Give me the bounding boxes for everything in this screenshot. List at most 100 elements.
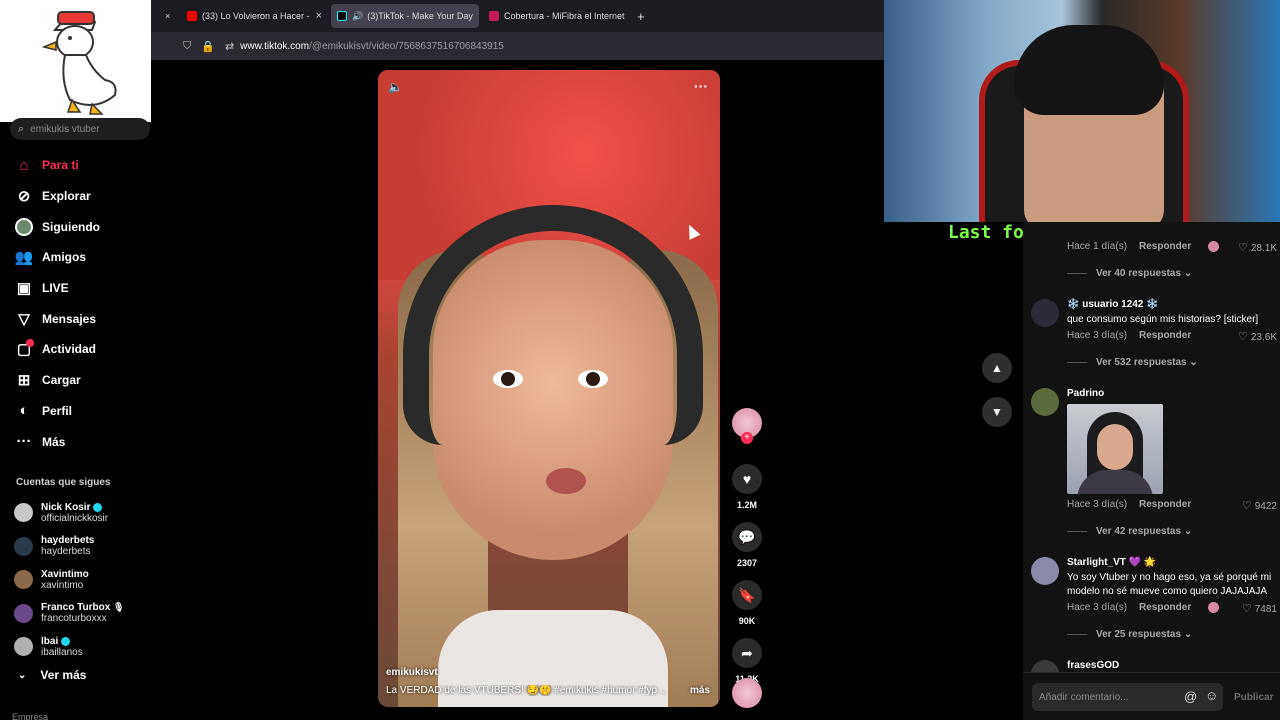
comment-like-button[interactable]: ♡ 7481	[1242, 602, 1277, 615]
comment-text: Yo soy Vtuber y no hago eso, ya sé porqu…	[1067, 572, 1272, 597]
view-replies-button[interactable]: Ver 40 respuestas ⌄	[1067, 268, 1192, 279]
video-player[interactable]: 🔈 ··· emikukisvt La VERDAD de las VTUBER…	[378, 70, 720, 707]
permissions-icon[interactable]: ⇄	[225, 40, 234, 53]
caption-more-button[interactable]: más	[690, 685, 710, 696]
new-tab-button[interactable]: +	[631, 4, 651, 28]
comment-like-button[interactable]: ♡ 23.6K	[1238, 330, 1277, 343]
comment-like-count: 9422	[1254, 501, 1277, 512]
nav-label: Siguiendo	[42, 219, 100, 234]
nav-explorar[interactable]: ⊘ Explorar	[14, 181, 149, 212]
account-name: hayderbets	[41, 535, 95, 547]
following-account[interactable]: hayderbets hayderbets	[14, 530, 149, 564]
more-options-icon[interactable]: ···	[694, 78, 708, 94]
comments-panel: Hace 1 día(s) Responder ♡ 28.1K Ver 40 re…	[1023, 222, 1280, 672]
comment-button[interactable]: 💬	[732, 522, 762, 552]
nav-label: Mensajes	[42, 311, 97, 326]
save-button[interactable]: 🔖	[732, 580, 762, 610]
like-button[interactable]: ♥	[732, 464, 762, 494]
heart-outline-icon: ♡	[1237, 242, 1248, 254]
avatar[interactable]	[1031, 660, 1059, 672]
activity-icon: ▢	[14, 339, 34, 359]
upload-icon: ⊞	[17, 372, 31, 390]
tab-mifibra[interactable]: Cobertura - MiFibra el Internet ×	[483, 4, 625, 28]
avatar	[14, 536, 33, 556]
speaker-icon[interactable]: 🔊	[352, 11, 363, 22]
view-replies-button[interactable]: Ver 42 respuestas ⌄	[1067, 526, 1192, 537]
following-account[interactable]: Nick Kosir officialnickkosir	[14, 496, 149, 530]
nav-siguiendo[interactable]: Siguiendo	[14, 211, 149, 242]
browser-tab-bar: × (33) Lo Volvieron a Hacer - × 🔊 (3)Tik…	[151, 0, 884, 32]
comment-composer: Añadir comentario... @ ☺ Publicar	[1023, 672, 1280, 720]
nav-actividad[interactable]: ▢ Actividad	[14, 334, 149, 365]
replies-label: Ver 532 respuestas	[1096, 357, 1187, 368]
comment-like-button[interactable]: ♡ 9422	[1242, 499, 1277, 512]
creator-avatar[interactable]: +	[732, 408, 762, 444]
next-video-button[interactable]: ▼	[982, 397, 1012, 427]
nav-mensajes[interactable]: ▽ Mensajes	[14, 303, 149, 334]
verified-icon	[93, 502, 103, 512]
following-account[interactable]: Xavintimo xavintimo	[14, 563, 149, 597]
reply-button[interactable]: Responder	[1139, 330, 1191, 341]
comment-username[interactable]: Starlight_VT 💜 🌟	[1067, 557, 1156, 568]
emoji-icon[interactable]: ☺	[1205, 688, 1218, 703]
reply-button[interactable]: Responder	[1139, 499, 1191, 510]
mifibra-favicon-icon	[489, 11, 499, 21]
following-account[interactable]: Ibai ibaillanos	[14, 630, 149, 664]
like-count: 1.2M	[736, 500, 757, 510]
avatar[interactable]	[1031, 388, 1059, 416]
url-path: /@emikukisvt/video/7568637516706843915	[309, 40, 504, 52]
comment-like-button[interactable]: ♡ 28.1K	[1238, 241, 1277, 254]
tab-label: Cobertura - MiFibra el Internet	[504, 11, 625, 21]
chevron-down-icon: ⌄	[1183, 268, 1193, 279]
action-rail: + ♥ 1.2M 💬 2307 🔖 90K ➦ 11.2K	[730, 408, 764, 686]
share-button[interactable]: ➦	[732, 638, 762, 668]
reply-button[interactable]: Responder	[1139, 241, 1191, 252]
video-author[interactable]: emikukisvt	[386, 667, 438, 678]
nav-label: Más	[42, 434, 66, 449]
url-text[interactable]: www.tiktok.com/@emikukisvt/video/7568637…	[240, 41, 504, 52]
follow-plus-icon[interactable]: +	[741, 432, 753, 444]
nav-mas[interactable]: ··· Más	[14, 426, 149, 457]
avatar[interactable]	[1031, 299, 1059, 327]
comment-like-count: 23.6K	[1250, 332, 1277, 343]
view-replies-button[interactable]: Ver 532 respuestas ⌄	[1067, 357, 1198, 368]
comment-sticker-image[interactable]	[1067, 404, 1163, 494]
account-handle: ibaillanos	[41, 646, 83, 658]
view-replies-button[interactable]: Ver 25 respuestas ⌄	[1067, 629, 1192, 640]
microphone-icon: 🎙	[113, 602, 125, 613]
tab-youtube[interactable]: (33) Lo Volvieron a Hacer - ×	[181, 4, 323, 28]
account-name: Franco Turbox	[41, 602, 111, 614]
reply-button[interactable]: Responder	[1139, 602, 1191, 613]
more-icon: ···	[16, 433, 32, 451]
sound-avatar[interactable]	[732, 678, 762, 708]
heart-outline-icon: ♡	[1241, 500, 1252, 512]
previous-video-button[interactable]: ▲	[982, 353, 1012, 383]
search-input[interactable]: ⌕ emikukis vtuber	[10, 118, 150, 140]
comment-username[interactable]: frasesGOD	[1067, 660, 1119, 671]
following-account[interactable]: Franco Turbox 🎙 francoturboxxx	[14, 597, 149, 631]
nav-live[interactable]: ▣ LIVE	[14, 273, 149, 304]
nav-amigos[interactable]: 👥 Amigos	[14, 242, 149, 273]
avatar[interactable]	[1031, 557, 1059, 585]
comment-username[interactable]: Padrino	[1067, 388, 1104, 399]
nav-cargar[interactable]: ⊞ Cargar	[14, 365, 149, 396]
volume-icon[interactable]: 🔈	[388, 80, 403, 94]
close-tab-icon[interactable]: ×	[316, 10, 322, 22]
post-button[interactable]: Publicar	[1234, 692, 1273, 703]
nav-perfil[interactable]: ◐ Perfil	[14, 396, 149, 427]
nav-label: Amigos	[42, 250, 87, 265]
footer-link[interactable]: Empresa	[12, 712, 48, 720]
nav-para-ti[interactable]: ⌂ Para ti	[14, 150, 149, 181]
close-tab-icon[interactable]: ×	[159, 4, 176, 28]
address-bar[interactable]: ⛉ 🔒 ⇄ www.tiktok.com/@emikukisvt/video/7…	[151, 32, 884, 60]
shield-icon[interactable]: ⛉	[183, 40, 191, 53]
mention-icon[interactable]: @	[1184, 689, 1197, 704]
lock-icon[interactable]: 🔒	[201, 40, 215, 53]
see-more-button[interactable]: ⌄ Ver más	[18, 668, 86, 682]
comment-username[interactable]: ❄️ usuario 1242 ❄️	[1067, 299, 1159, 310]
tab-tiktok[interactable]: 🔊 (3)TikTok - Make Your Day ×	[331, 4, 479, 28]
nav-label: Actividad	[42, 342, 97, 357]
nav-label: Perfil	[42, 403, 73, 418]
comment-meta: Hace 1 día(s) Responder ♡ 28.1K	[1067, 241, 1277, 254]
replies-divider	[1067, 531, 1087, 532]
